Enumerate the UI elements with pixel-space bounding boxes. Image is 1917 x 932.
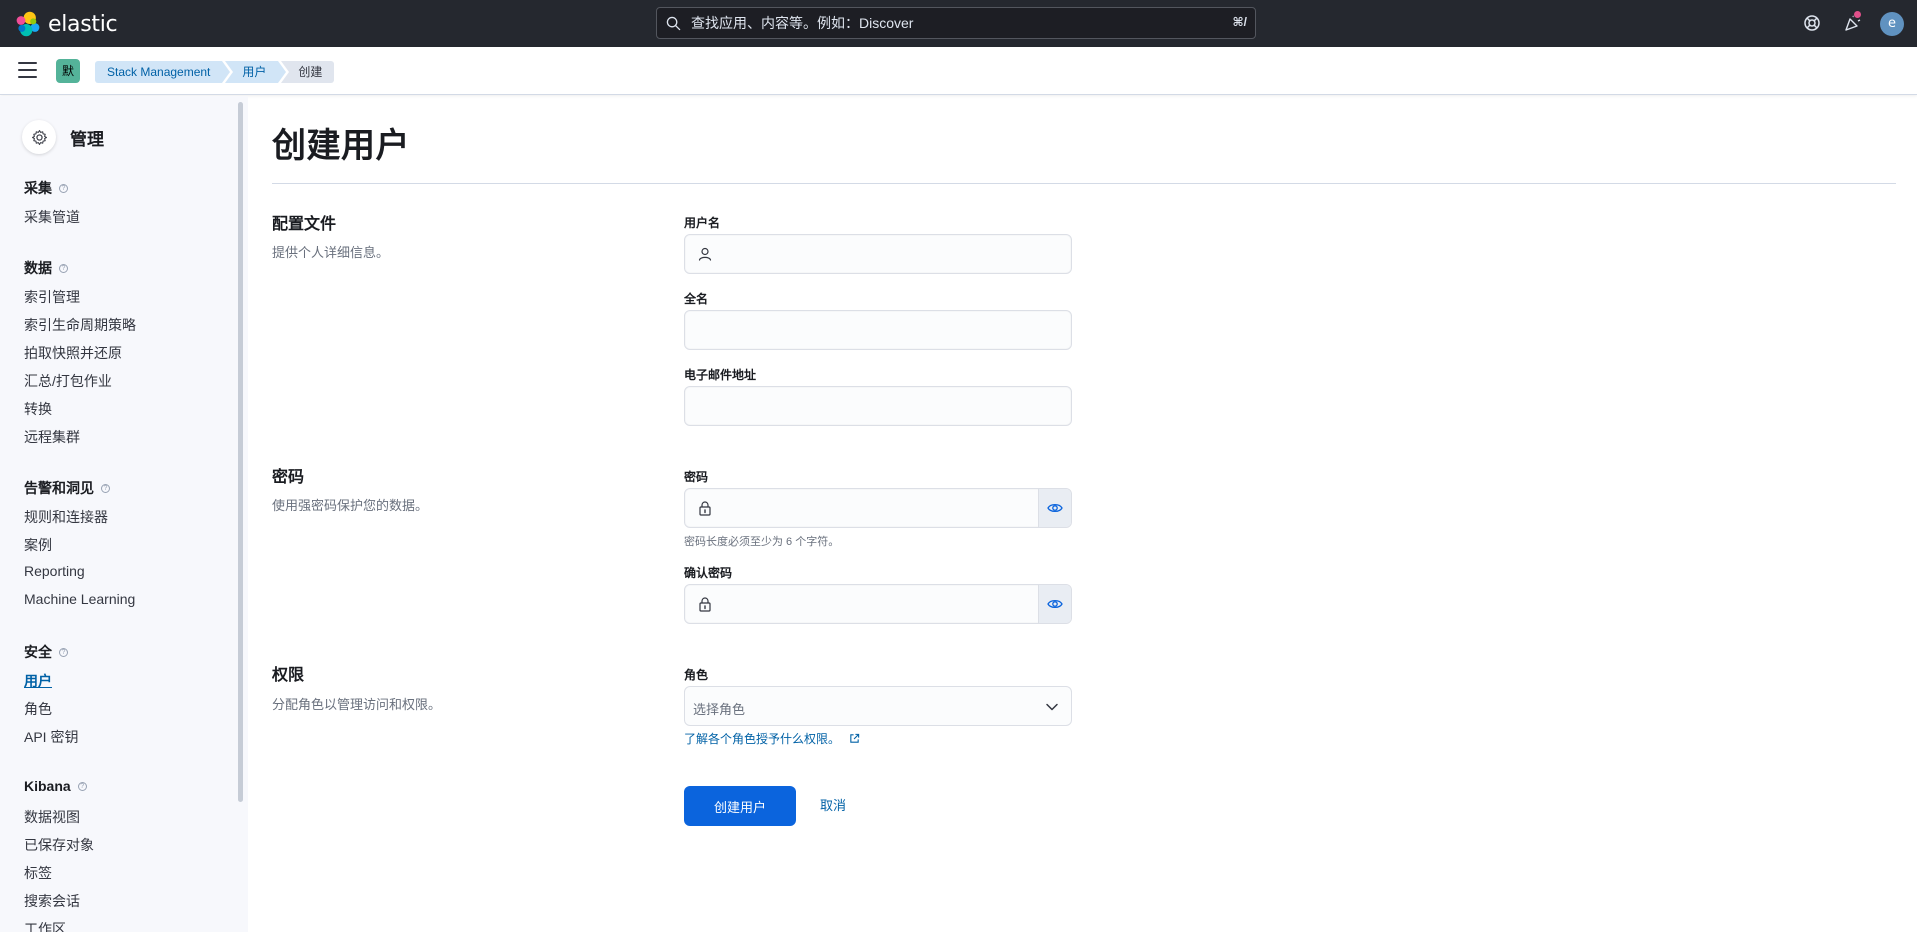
roles-placeholder: 选择角色	[693, 702, 746, 717]
username-field[interactable]	[684, 234, 1072, 274]
brand-name: elastic	[48, 11, 118, 37]
search-icon	[666, 16, 681, 31]
sidebar-item-ingest-pipelines[interactable]: 采集管道	[24, 207, 80, 227]
profile-section-title: 配置文件	[272, 216, 337, 233]
create-user-button[interactable]: 创建用户	[684, 786, 796, 826]
sidebar-item-reporting[interactable]: Reporting	[24, 563, 85, 579]
eye-icon	[1047, 599, 1063, 609]
sidebar-section-title: 告警和洞见	[24, 480, 94, 496]
breadcrumb-stack-management[interactable]: Stack Management	[95, 61, 234, 83]
space-avatar[interactable]: 默	[56, 59, 80, 83]
sidebar-item-users[interactable]: 用户	[24, 671, 52, 691]
sidebar-item-rollup-jobs[interactable]: 汇总/打包作业	[24, 371, 112, 391]
gear-icon	[31, 129, 47, 145]
sidebar-scrollbar[interactable]	[238, 102, 243, 802]
menu-icon-line	[18, 69, 37, 71]
confirm-password-label: 确认密码	[684, 566, 733, 580]
show-confirm-password-button[interactable]	[1038, 585, 1071, 623]
sidebar-section-alerts-insights: 告警和洞见 ?	[24, 478, 110, 498]
menu-icon-line	[18, 76, 37, 78]
sidebar-item-workspaces[interactable]: 工作区	[24, 919, 66, 932]
menu-icon-line	[18, 62, 37, 64]
eye-icon	[1047, 503, 1063, 513]
sidebar-item-remote-clusters[interactable]: 远程集群	[24, 427, 80, 447]
question-icon[interactable]: ?	[59, 647, 68, 657]
top-header: elastic ⌘/ e	[0, 0, 1917, 47]
question-icon[interactable]: ?	[101, 483, 110, 493]
external-link-icon	[850, 733, 860, 743]
sidebar-item-data-views[interactable]: 数据视图	[24, 807, 80, 827]
confirm-password-input[interactable]	[721, 585, 1021, 623]
password-label: 密码	[684, 470, 709, 484]
lock-icon	[699, 597, 711, 612]
roles-label: 角色	[684, 668, 709, 682]
management-sidebar: 管理 采集 ? 采集管道 数据 ? 索引管理 索引生命周期策略 拍取快照并还原 …	[0, 96, 248, 932]
question-icon[interactable]: ?	[59, 263, 68, 273]
search-input[interactable]	[689, 8, 1209, 38]
privileges-section-desc: 分配角色以管理访问和权限。	[272, 697, 442, 712]
password-help-text: 密码长度必须至少为 6 个字符。	[684, 536, 840, 548]
roles-docs-link-text: 了解各个角色授予什么权限。	[684, 732, 841, 746]
email-label: 电子邮件地址	[684, 368, 757, 382]
sidebar-item-api-keys[interactable]: API 密钥	[24, 727, 78, 747]
fullname-field[interactable]	[684, 310, 1072, 350]
sidebar-item-rules-connectors[interactable]: 规则和连接器	[24, 507, 108, 527]
username-input[interactable]	[721, 235, 1021, 273]
email-input[interactable]	[697, 387, 997, 425]
global-search[interactable]: ⌘/	[656, 7, 1256, 39]
user-avatar[interactable]: e	[1880, 12, 1904, 36]
sidebar-item-roles[interactable]: 角色	[24, 699, 52, 719]
management-badge	[22, 120, 56, 154]
sidebar-section-kibana: Kibana ?	[24, 778, 87, 794]
search-shortcut: ⌘/	[1232, 15, 1247, 29]
sidebar-item-snapshot-restore[interactable]: 拍取快照并还原	[24, 343, 122, 363]
show-password-button[interactable]	[1038, 489, 1071, 527]
help-lifebuoy-icon[interactable]	[1802, 13, 1822, 33]
email-field[interactable]	[684, 386, 1072, 426]
roles-docs-link[interactable]: 了解各个角色授予什么权限。	[684, 730, 860, 747]
question-icon[interactable]: ?	[59, 183, 68, 193]
breadcrumb-bar: 默 Stack Management 用户 创建	[0, 47, 1917, 95]
sidebar-item-index-management[interactable]: 索引管理	[24, 287, 80, 307]
sidebar-item-transforms[interactable]: 转换	[24, 399, 52, 419]
sidebar-item-search-sessions[interactable]: 搜索会话	[24, 891, 80, 911]
sidebar-section-title: 采集	[24, 180, 52, 196]
sidebar-item-saved-objects[interactable]: 已保存对象	[24, 835, 94, 855]
sidebar-item-machine-learning[interactable]: Machine Learning	[24, 591, 135, 607]
sidebar-section-data: 数据 ?	[24, 258, 68, 278]
news-unread-dot	[1853, 10, 1862, 19]
sidebar-section-ingest: 采集 ?	[24, 178, 68, 198]
password-section-desc: 使用强密码保护您的数据。	[272, 498, 429, 513]
roles-select[interactable]: 选择角色	[684, 686, 1072, 726]
sidebar-item-tags[interactable]: 标签	[24, 863, 52, 883]
elastic-logo[interactable]: elastic	[14, 10, 118, 38]
username-label: 用户名	[684, 216, 721, 230]
sidebar-item-cases[interactable]: 案例	[24, 535, 52, 555]
password-field[interactable]	[684, 488, 1072, 528]
confirm-password-field[interactable]	[684, 584, 1072, 624]
sidebar-item-ilm-policies[interactable]: 索引生命周期策略	[24, 315, 136, 335]
sidebar-section-title: Kibana	[24, 778, 71, 794]
breadcrumb: Stack Management 用户 创建	[95, 61, 337, 83]
menu-toggle-button[interactable]	[18, 62, 37, 80]
sidebar-header: 管理	[22, 120, 104, 154]
elastic-logo-icon	[16, 11, 40, 37]
question-icon[interactable]: ?	[77, 781, 87, 791]
privileges-section-title: 权限	[272, 667, 305, 684]
password-input[interactable]	[721, 489, 1021, 527]
sidebar-title: 管理	[70, 129, 104, 149]
profile-section-desc: 提供个人详细信息。	[272, 245, 390, 260]
fullname-label: 全名	[684, 292, 709, 306]
sidebar-section-security: 安全 ?	[24, 642, 68, 662]
title-divider	[272, 183, 1896, 184]
sidebar-section-title: 数据	[24, 260, 52, 276]
cancel-button[interactable]: 取消	[812, 786, 854, 826]
user-icon	[698, 247, 712, 261]
page-title: 创建用户	[272, 127, 410, 165]
lock-icon	[699, 501, 711, 516]
password-section-title: 密码	[272, 469, 305, 486]
chevron-down-icon	[1046, 703, 1058, 711]
sidebar-section-title: 安全	[24, 644, 52, 660]
fullname-input[interactable]	[697, 311, 997, 349]
